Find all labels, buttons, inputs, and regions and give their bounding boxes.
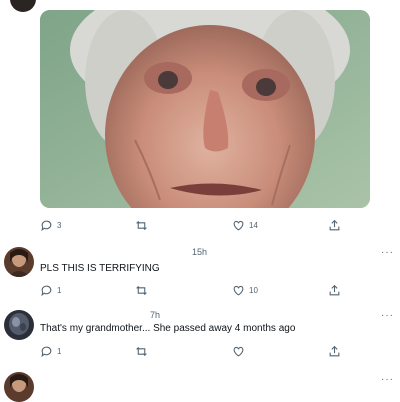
avatar[interactable] <box>4 247 34 277</box>
post-media-image[interactable] <box>40 10 370 208</box>
like-button[interactable] <box>232 342 245 360</box>
reply-text: PLS THIS IS TERRIFYING <box>40 263 160 274</box>
reply-timestamp: 15h <box>192 247 208 257</box>
retweet-icon <box>135 219 148 232</box>
previous-tweet-avatar[interactable] <box>10 0 36 12</box>
heart-icon <box>232 219 245 232</box>
retweet-icon <box>135 345 148 358</box>
share-button[interactable] <box>328 342 341 360</box>
reply-button[interactable]: 3 <box>40 216 61 234</box>
retweet-button[interactable] <box>135 216 148 234</box>
reply-button[interactable]: 1 <box>40 342 61 360</box>
retweet-button[interactable] <box>135 281 148 299</box>
reply-bubble-icon <box>40 284 53 297</box>
like-button[interactable]: 14 <box>232 216 258 234</box>
share-button[interactable] <box>328 216 341 234</box>
more-horizontal-icon[interactable]: ··· <box>381 374 394 385</box>
heart-icon <box>232 284 245 297</box>
like-count: 14 <box>249 220 258 230</box>
like-button[interactable]: 10 <box>232 281 258 299</box>
share-icon <box>328 284 341 297</box>
retweet-button[interactable] <box>135 342 148 360</box>
reply-button[interactable]: 1 <box>40 281 61 299</box>
share-icon <box>328 219 341 232</box>
reply-count: 1 <box>57 346 62 356</box>
share-button[interactable] <box>328 281 341 299</box>
reply-timestamp: 7h <box>150 310 161 320</box>
heart-icon <box>232 345 245 358</box>
more-horizontal-icon[interactable]: ··· <box>381 310 394 321</box>
like-count: 10 <box>249 285 258 295</box>
reply-action-bar: 1 <box>40 342 350 360</box>
share-icon <box>328 345 341 358</box>
more-horizontal-icon[interactable]: ··· <box>381 247 394 258</box>
reply-action-bar: 1 10 <box>40 281 350 299</box>
reply-bubble-icon <box>40 219 53 232</box>
reply-count: 3 <box>57 220 62 230</box>
reply-bubble-icon <box>40 345 53 358</box>
avatar[interactable] <box>4 372 34 402</box>
reply-text: That's my grandmother... She passed away… <box>40 323 296 334</box>
retweet-icon <box>135 284 148 297</box>
post-action-bar: 3 14 <box>40 216 350 234</box>
reply-count: 1 <box>57 285 62 295</box>
avatar[interactable] <box>4 310 34 340</box>
